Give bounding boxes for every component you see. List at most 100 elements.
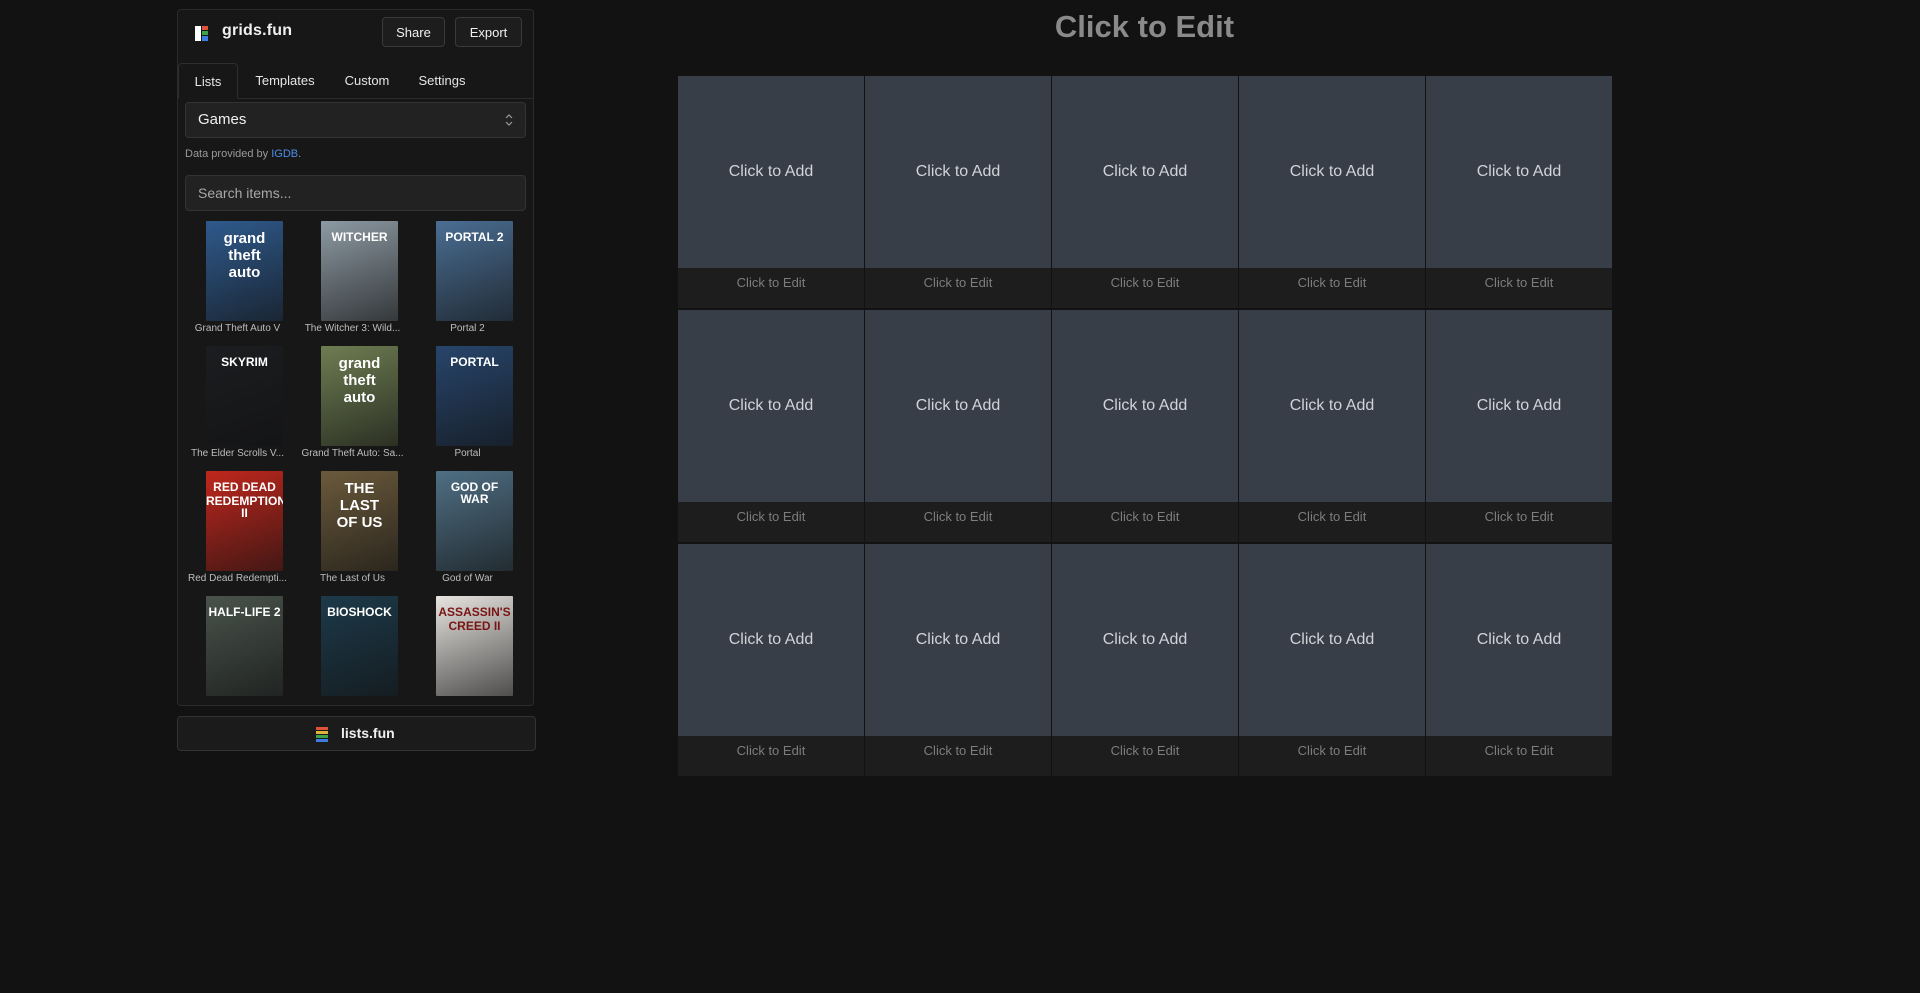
grid-cell-add-slot[interactable]: Click to Add bbox=[1426, 310, 1612, 502]
grid-cell-add-slot[interactable]: Click to Add bbox=[865, 544, 1051, 736]
grid-cell: Click to Add Click to Edit bbox=[865, 310, 1051, 542]
grid-cell-caption[interactable]: Click to Edit bbox=[678, 268, 864, 308]
list-item[interactable]: PORTAL Portal bbox=[415, 346, 520, 461]
list-item[interactable]: BIOSHOCK bbox=[300, 596, 405, 705]
grid-cell-add-slot[interactable]: Click to Add bbox=[678, 310, 864, 502]
list-item-label: Grand Theft Auto: Sa... bbox=[301, 448, 404, 459]
list-category-value: Games bbox=[198, 111, 247, 128]
grid-cell-add-slot[interactable]: Click to Add bbox=[1239, 310, 1425, 502]
grid-cell-caption[interactable]: Click to Edit bbox=[678, 736, 864, 776]
list-item-label: The Elder Scrolls V... bbox=[190, 448, 284, 459]
grid-cell-caption[interactable]: Click to Edit bbox=[678, 502, 864, 542]
data-credit-suffix: . bbox=[298, 148, 302, 160]
grid-cell: Click to Add Click to Edit bbox=[1239, 76, 1425, 308]
data-credit: Data provided by IGDB. bbox=[185, 148, 301, 160]
list-item[interactable]: THE LAST OF US The Last of Us bbox=[300, 471, 405, 586]
grid-cell: Click to Add Click to Edit bbox=[1052, 310, 1238, 542]
grid-cell-caption[interactable]: Click to Edit bbox=[1426, 736, 1612, 776]
grid-cell-add-slot[interactable]: Click to Add bbox=[865, 76, 1051, 268]
game-cover-image: RED DEAD REDEMPTION II bbox=[206, 471, 283, 571]
tab-lists[interactable]: Lists bbox=[178, 63, 238, 99]
chevron-up-down-icon bbox=[505, 114, 513, 126]
list-item[interactable]: grand theft auto Grand Theft Auto V bbox=[185, 221, 290, 336]
search-input[interactable] bbox=[185, 175, 526, 211]
grid-cell-caption[interactable]: Click to Edit bbox=[865, 502, 1051, 542]
list-item[interactable]: ASSASSIN'S CREED II bbox=[415, 596, 520, 705]
grid-cell-caption[interactable]: Click to Edit bbox=[1052, 268, 1238, 308]
list-logo-icon bbox=[316, 727, 328, 742]
list-item-label: God of War bbox=[442, 573, 493, 584]
igdb-link[interactable]: IGDB bbox=[271, 148, 298, 160]
game-cover-image: THE LAST OF US bbox=[321, 471, 398, 571]
grid: Click to Add Click to Edit Click to Add Cli… bbox=[678, 76, 1612, 777]
grid-logo-icon bbox=[195, 26, 208, 41]
cover-title-text: RED DEAD bbox=[213, 480, 276, 494]
grid-cell-caption[interactable]: Click to Edit bbox=[1426, 268, 1612, 308]
tab-settings[interactable]: Settings bbox=[411, 63, 473, 98]
grid-cell-add-slot[interactable]: Click to Add bbox=[1052, 310, 1238, 502]
grid-cell: Click to Add Click to Edit bbox=[678, 76, 864, 308]
list-item[interactable]: GOD OF WAR God of War bbox=[415, 471, 520, 586]
list-item[interactable]: grand theft auto Grand Theft Auto: Sa... bbox=[300, 346, 405, 461]
share-button[interactable]: Share bbox=[382, 17, 445, 47]
sidebar-header: grids.fun Share Export bbox=[178, 10, 533, 54]
grid-cell-caption[interactable]: Click to Edit bbox=[1239, 736, 1425, 776]
cover-title-text: theft bbox=[343, 372, 376, 389]
cover-title-text: GOD OF WAR bbox=[450, 480, 499, 506]
grid-cell: Click to Add Click to Edit bbox=[1426, 310, 1612, 542]
grid-cell-caption[interactable]: Click to Edit bbox=[1052, 736, 1238, 776]
grid-cell-add-slot[interactable]: Click to Add bbox=[865, 310, 1051, 502]
cover-title-text: HALF-LIFE 2 bbox=[208, 605, 281, 619]
grid-cell: Click to Add Click to Edit bbox=[1426, 544, 1612, 776]
grid-cell: Click to Add Click to Edit bbox=[1052, 544, 1238, 776]
grid-cell-add-slot[interactable]: Click to Add bbox=[1052, 76, 1238, 268]
cover-title-text: REDEMPTION II bbox=[206, 494, 283, 520]
cover-title-text: SKYRIM bbox=[221, 355, 268, 369]
grid-cell-caption[interactable]: Click to Edit bbox=[1426, 502, 1612, 542]
game-cover-image: WITCHER bbox=[321, 221, 398, 321]
list-item-label: The Last of Us bbox=[319, 573, 386, 584]
cover-title-text: ASSASSIN'S bbox=[438, 605, 511, 619]
lists-fun-button[interactable]: lists.fun bbox=[177, 716, 536, 751]
tab-templates[interactable]: Templates bbox=[246, 63, 324, 98]
cover-title-text: auto bbox=[228, 264, 261, 281]
grid-title[interactable]: Click to Edit bbox=[678, 9, 1611, 45]
list-item[interactable]: RED DEAD REDEMPTION II Red Dead Redempti..… bbox=[185, 471, 290, 586]
list-item[interactable]: SKYRIM The Elder Scrolls V... bbox=[185, 346, 290, 461]
grid-cell: Click to Add Click to Edit bbox=[1239, 310, 1425, 542]
grid-cell-caption[interactable]: Click to Edit bbox=[865, 736, 1051, 776]
game-cover-image: HALF-LIFE 2 bbox=[206, 596, 283, 696]
grid-cell-caption[interactable]: Click to Edit bbox=[865, 268, 1051, 308]
grid-cell-add-slot[interactable]: Click to Add bbox=[1239, 76, 1425, 268]
grid-cell: Click to Add Click to Edit bbox=[1052, 76, 1238, 308]
grid-cell-caption[interactable]: Click to Edit bbox=[1239, 268, 1425, 308]
tab-bar: Lists Templates Custom Settings bbox=[178, 54, 533, 99]
grid-cell-caption[interactable]: Click to Edit bbox=[1052, 502, 1238, 542]
list-item[interactable]: HALF-LIFE 2 bbox=[185, 596, 290, 705]
game-cover-image: grand theft auto bbox=[321, 346, 398, 446]
grid-cell: Click to Add Click to Edit bbox=[865, 76, 1051, 308]
cover-title-text: WITCHER bbox=[331, 230, 388, 244]
export-button[interactable]: Export bbox=[455, 17, 522, 47]
grid-cell-add-slot[interactable]: Click to Add bbox=[678, 76, 864, 268]
tab-custom[interactable]: Custom bbox=[336, 63, 398, 98]
grid-cell-add-slot[interactable]: Click to Add bbox=[1052, 544, 1238, 736]
cover-title-text: CREED II bbox=[448, 619, 501, 633]
list-category-select[interactable]: Games bbox=[185, 102, 526, 138]
game-cover-image: PORTAL 2 bbox=[436, 221, 513, 321]
list-item-label: The Witcher 3: Wild... bbox=[304, 323, 401, 334]
cover-title-text: THE bbox=[344, 480, 375, 497]
grid-cell-add-slot[interactable]: Click to Add bbox=[1426, 544, 1612, 736]
list-item[interactable]: WITCHER The Witcher 3: Wild... bbox=[300, 221, 405, 336]
cover-title-text: theft bbox=[228, 247, 261, 264]
grid-cell-add-slot[interactable]: Click to Add bbox=[1239, 544, 1425, 736]
cover-title-text: LAST bbox=[339, 497, 380, 514]
game-cover-image: ASSASSIN'S CREED II bbox=[436, 596, 513, 696]
list-item[interactable]: PORTAL 2 Portal 2 bbox=[415, 221, 520, 336]
grid-cell: Click to Add Click to Edit bbox=[678, 310, 864, 542]
grid-cell-add-slot[interactable]: Click to Add bbox=[1426, 76, 1612, 268]
cover-title-text: OF US bbox=[336, 514, 383, 531]
grid-cell-caption[interactable]: Click to Edit bbox=[1239, 502, 1425, 542]
footer-label: lists.fun bbox=[341, 725, 395, 741]
grid-cell-add-slot[interactable]: Click to Add bbox=[678, 544, 864, 736]
